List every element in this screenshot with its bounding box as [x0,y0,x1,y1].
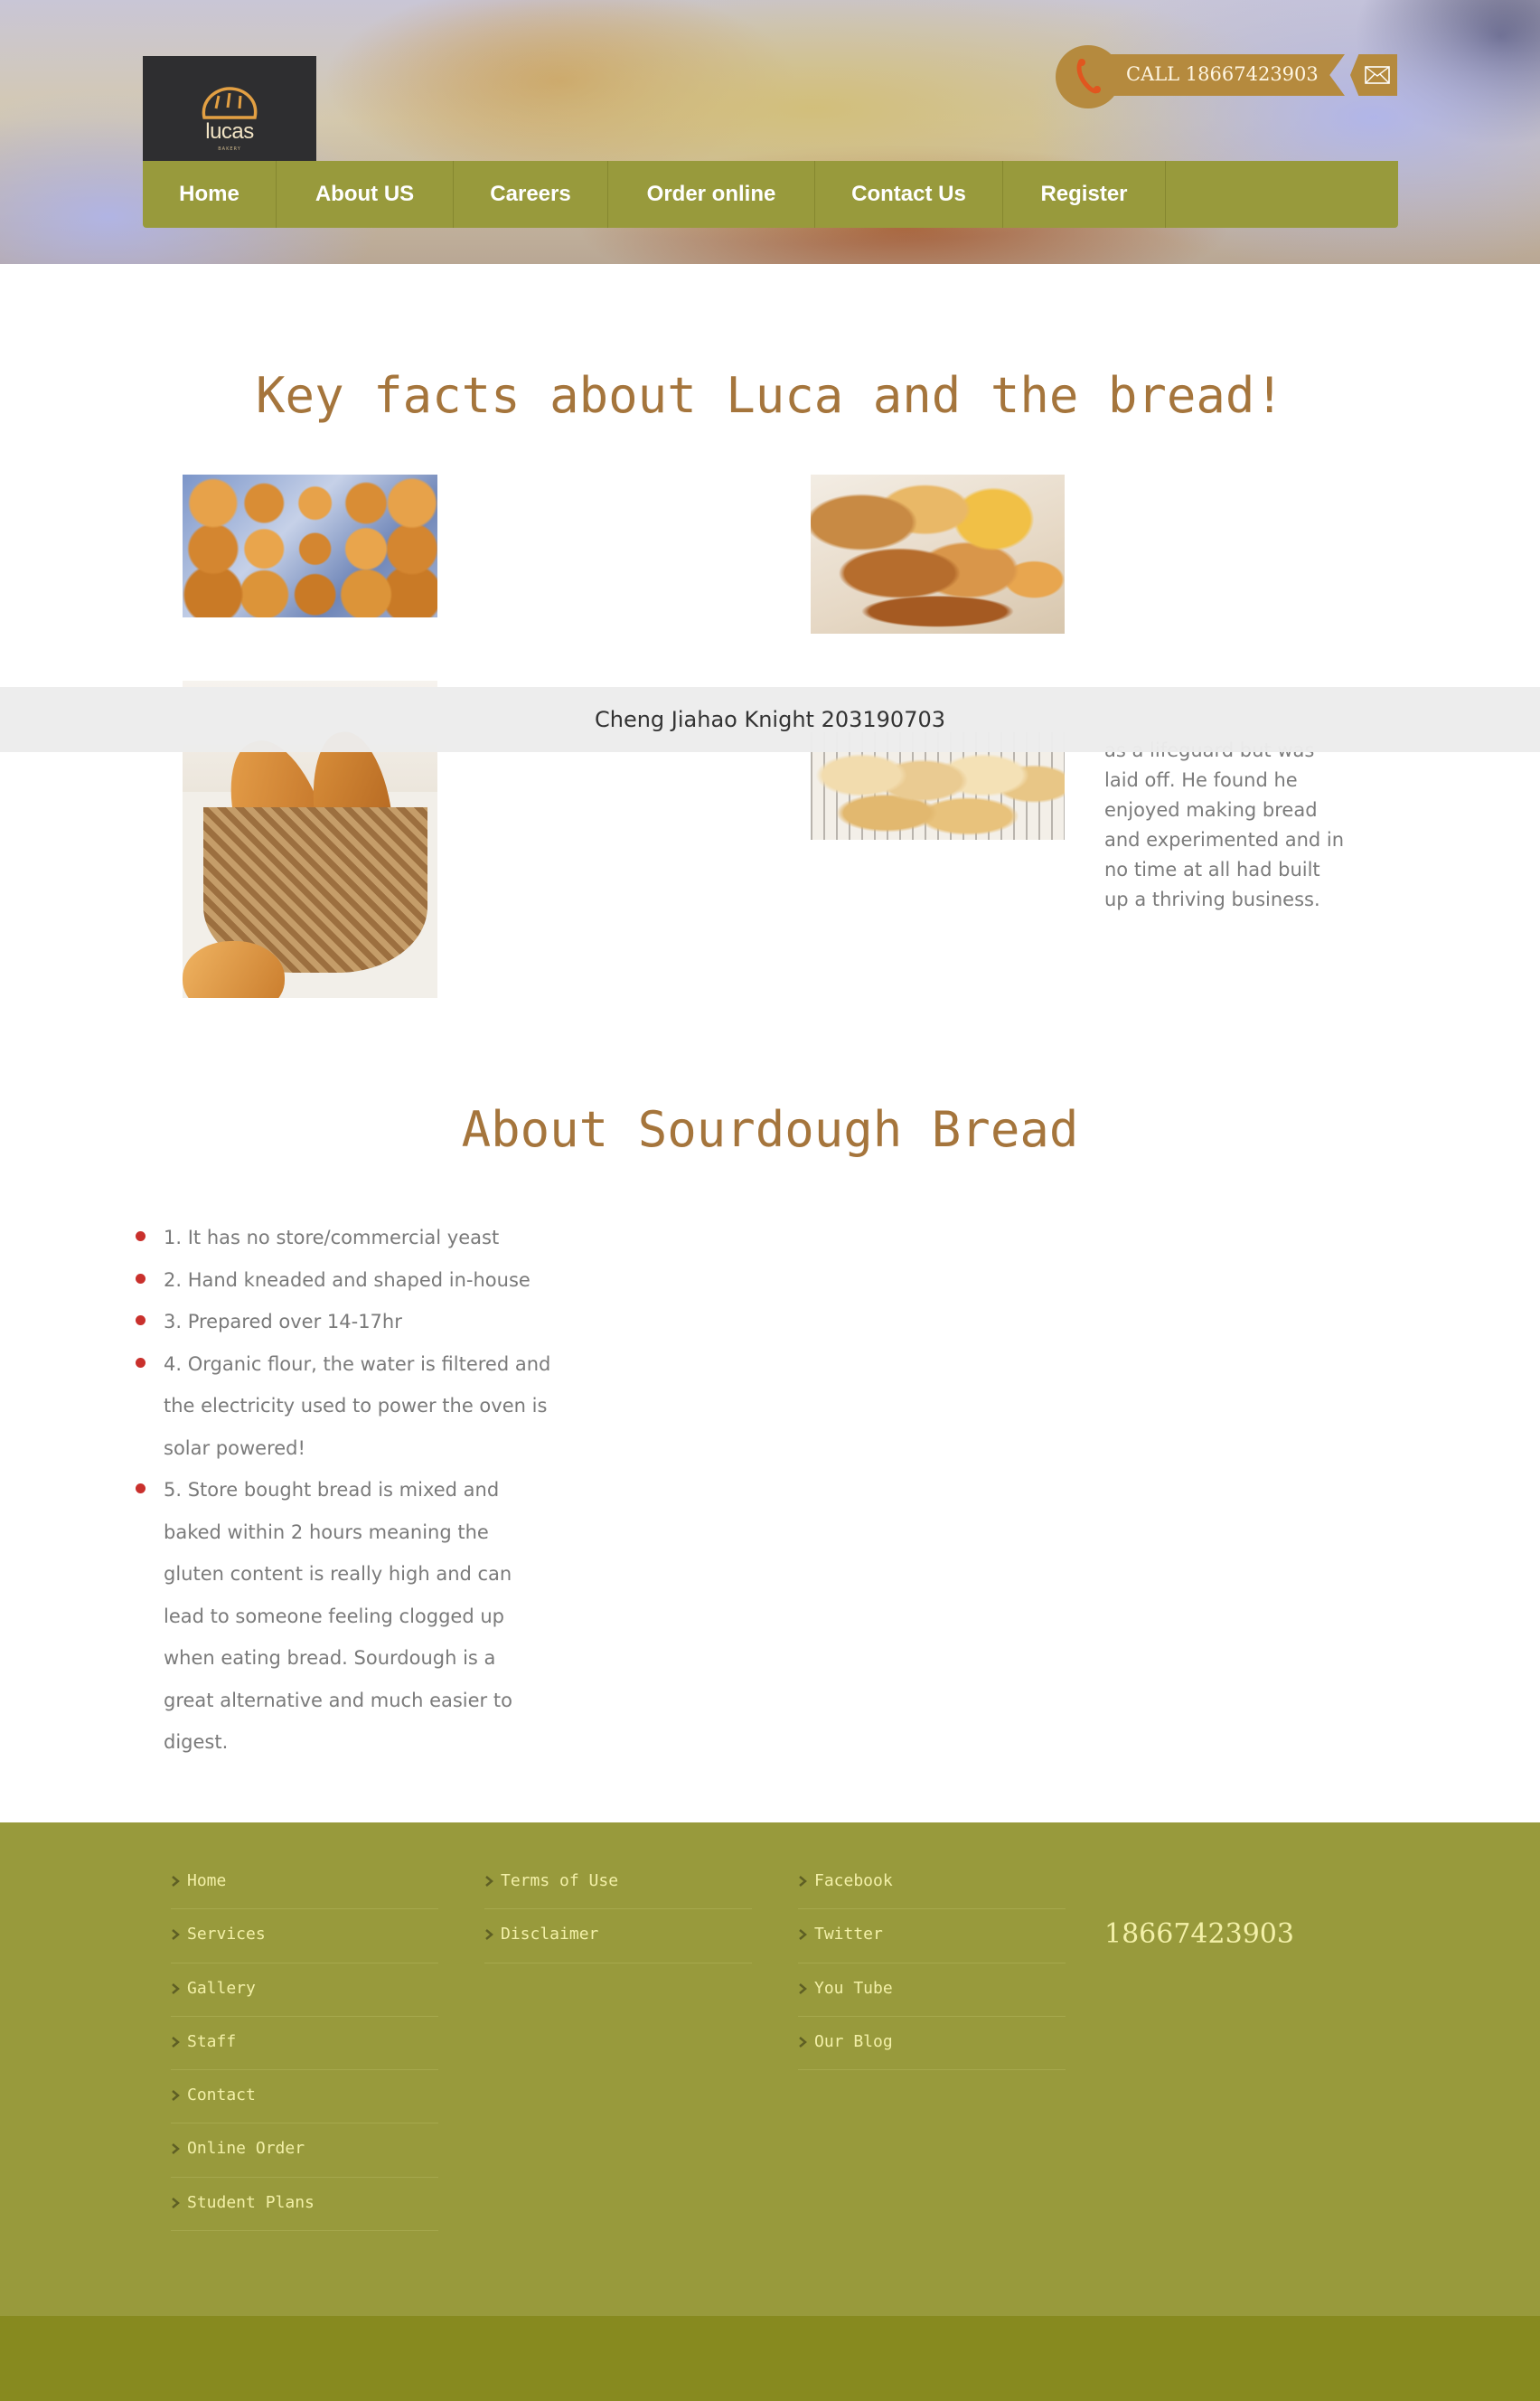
bread-buns-photo [183,475,437,617]
nav-home[interactable]: Home [143,161,277,228]
call-badge[interactable]: CALL 18667423903 [1056,45,1399,108]
footer-link-home[interactable]: Home [171,1856,438,1910]
chevron-right-icon [799,1929,807,1941]
chevron-right-icon [172,2197,180,2208]
bullet-icon [136,1273,146,1284]
nav-register[interactable]: Register [1003,161,1166,228]
nav-careers[interactable]: Careers [454,161,608,228]
mail-button[interactable] [1350,54,1397,96]
chevron-right-icon [172,2143,180,2155]
footer-col-social: Facebook Twitter You Tube Our Blog [798,1856,1066,2071]
logo[interactable]: lucas BAKERY [143,56,316,161]
footer-link-services[interactable]: Services [171,1909,438,1963]
luca-story-text: as a lifeguard but was laid off. He foun… [1104,739,1345,910]
nav-contact-us[interactable]: Contact Us [815,161,1003,228]
nav-order-online[interactable]: Order online [608,161,815,228]
chevron-right-icon [172,1876,180,1887]
chevron-right-icon [172,2036,180,2048]
sourdough-title: About Sourdough Bread [461,1101,1079,1158]
bullet-icon [136,1231,146,1241]
footer-link-facebook[interactable]: Facebook [798,1856,1066,1910]
bullet-icon [136,1315,146,1325]
footer-link-online-order[interactable]: Online Order [171,2123,438,2178]
chevron-right-icon [172,1929,180,1941]
call-text: CALL 18667423903 [1126,63,1319,85]
chevron-right-icon [172,1982,180,1994]
footer-link-youtube[interactable]: You Tube [798,1963,1066,2017]
bread-assortment-photo [811,475,1065,634]
list-item: 2. Hand kneaded and shaped in-house [136,1259,551,1302]
nav-about-us[interactable]: About US [277,161,454,228]
footer-link-twitter[interactable]: Twitter [798,1909,1066,1963]
header-banner: lucas BAKERY CALL 18667423903 Home About… [0,0,1540,264]
chevron-right-icon [799,1982,807,1994]
footer-link-gallery[interactable]: Gallery [171,1963,438,2017]
bread-icon [202,87,258,119]
footer-link-blog[interactable]: Our Blog [798,2017,1066,2071]
sourdough-facts-list: 1. It has no store/commercial yeast 2. H… [136,1217,551,1764]
student-watermark: Cheng Jiahao Knight 203190703 [0,687,1540,752]
footer-link-contact[interactable]: Contact [171,2070,438,2124]
footer-col-site: Home Services Gallery Staff Contact Onli… [171,1856,438,2232]
footer-phone: 18667423903 [1104,1918,1294,1950]
bullet-icon [136,1483,146,1493]
chevron-right-icon [485,1876,493,1887]
list-item: 3. Prepared over 14-17hr [136,1301,551,1343]
list-item: 4. Organic flour, the water is filtered … [136,1343,551,1470]
footer-link-terms[interactable]: Terms of Use [484,1856,752,1910]
list-item: 1. It has no store/commercial yeast [136,1217,551,1259]
footer-link-student-plans[interactable]: Student Plans [171,2178,438,2232]
main-nav: Home About US Careers Order online Conta… [143,161,1398,228]
logo-text: lucas [205,119,254,144]
footer-col-legal: Terms of Use Disclaimer [484,1856,752,1963]
chevron-right-icon [485,1929,493,1941]
chevron-right-icon [172,2090,180,2102]
phone-icon [1076,59,1101,94]
footer-link-staff[interactable]: Staff [171,2017,438,2071]
list-item: 5. Store bought bread is mixed and baked… [136,1469,551,1764]
logo-subtext: BAKERY [218,146,241,152]
bullet-icon [136,1357,146,1368]
mail-icon [1365,66,1390,84]
key-facts-title: Key facts about Luca and the bread! [256,367,1284,424]
chevron-right-icon [799,1876,807,1887]
footer-link-disclaimer[interactable]: Disclaimer [484,1909,752,1963]
footer-bottom-bar [0,2316,1540,2401]
chevron-right-icon [799,2036,807,2048]
